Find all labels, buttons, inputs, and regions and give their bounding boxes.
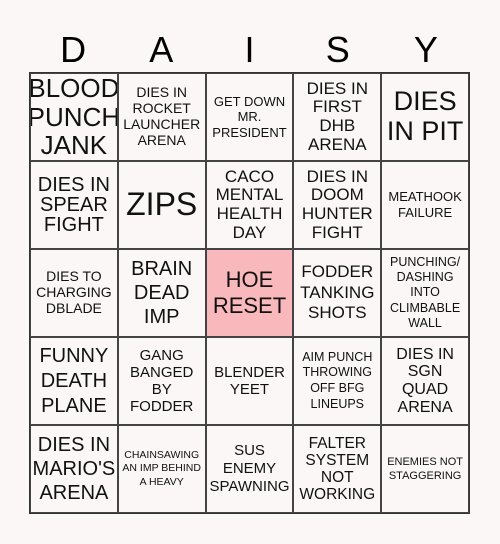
title-letter: Y (413, 29, 438, 70)
bingo-cell[interactable]: SUS ENEMY SPAWNING (205, 425, 294, 513)
bingo-cell[interactable]: DIES IN ROCKET LAUNCHER ARENA (117, 73, 206, 161)
bingo-cell[interactable]: FUNNY DEATH PLANE (30, 337, 118, 425)
bingo-cell[interactable]: AIM PUNCH THROWING OFF BFG LINEUPS (293, 337, 382, 425)
bingo-cell[interactable]: DIES IN DOOM HUNTER FIGHT (293, 161, 382, 249)
bingo-cell[interactable]: DIES TO CHARGING DBLADE (30, 249, 118, 337)
bingo-cell[interactable]: BLOOD PUNCH JANK (30, 73, 118, 161)
bingo-cell[interactable]: DIES IN SGN QUAD ARENA (381, 337, 469, 425)
bingo-cell[interactable]: FODDER TANKING SHOTS (293, 249, 382, 337)
title-letter: A (149, 29, 174, 70)
bingo-cell[interactable]: DIES IN MARIO'S ARENA (30, 425, 118, 513)
bingo-cell[interactable]: GANG BANGED BY FODDER (117, 337, 206, 425)
bingo-title: D A I S Y (29, 28, 470, 72)
title-letter: D (60, 29, 87, 70)
title-letter: I (244, 29, 255, 70)
bingo-cell[interactable]: CACO MENTAL HEALTH DAY (205, 161, 294, 249)
bingo-cell[interactable]: MEATHOOK FAILURE (381, 161, 469, 249)
title-letter: S (325, 29, 350, 70)
bingo-cell[interactable]: BRAIN DEAD IMP (117, 249, 206, 337)
bingo-cell[interactable]: CHAINSAWING AN IMP BEHIND A HEAVY (117, 425, 206, 513)
bingo-cell[interactable]: DIES IN PIT (381, 73, 469, 161)
bingo-cell[interactable]: PUNCHING/ DASHING INTO CLIMBABLE WALL (381, 249, 469, 337)
bingo-cell[interactable]: DIES IN FIRST DHB ARENA (293, 73, 382, 161)
bingo-cell[interactable]: ENEMIES NOT STAGGERING (381, 425, 469, 513)
bingo-cell[interactable]: FALTER SYSTEM NOT WORKING (293, 425, 382, 513)
bingo-cell[interactable]: DIES IN SPEAR FIGHT (30, 161, 118, 249)
bingo-cell[interactable]: GET DOWN MR. PRESIDENT (205, 73, 294, 161)
bingo-grid: BLOOD PUNCH JANK DIES IN ROCKET LAUNCHER… (29, 72, 470, 514)
free-space-cell[interactable]: HOE RESET (205, 249, 294, 337)
bingo-cell[interactable]: ZIPS (117, 161, 206, 249)
bingo-cell[interactable]: BLENDER YEET (205, 337, 294, 425)
